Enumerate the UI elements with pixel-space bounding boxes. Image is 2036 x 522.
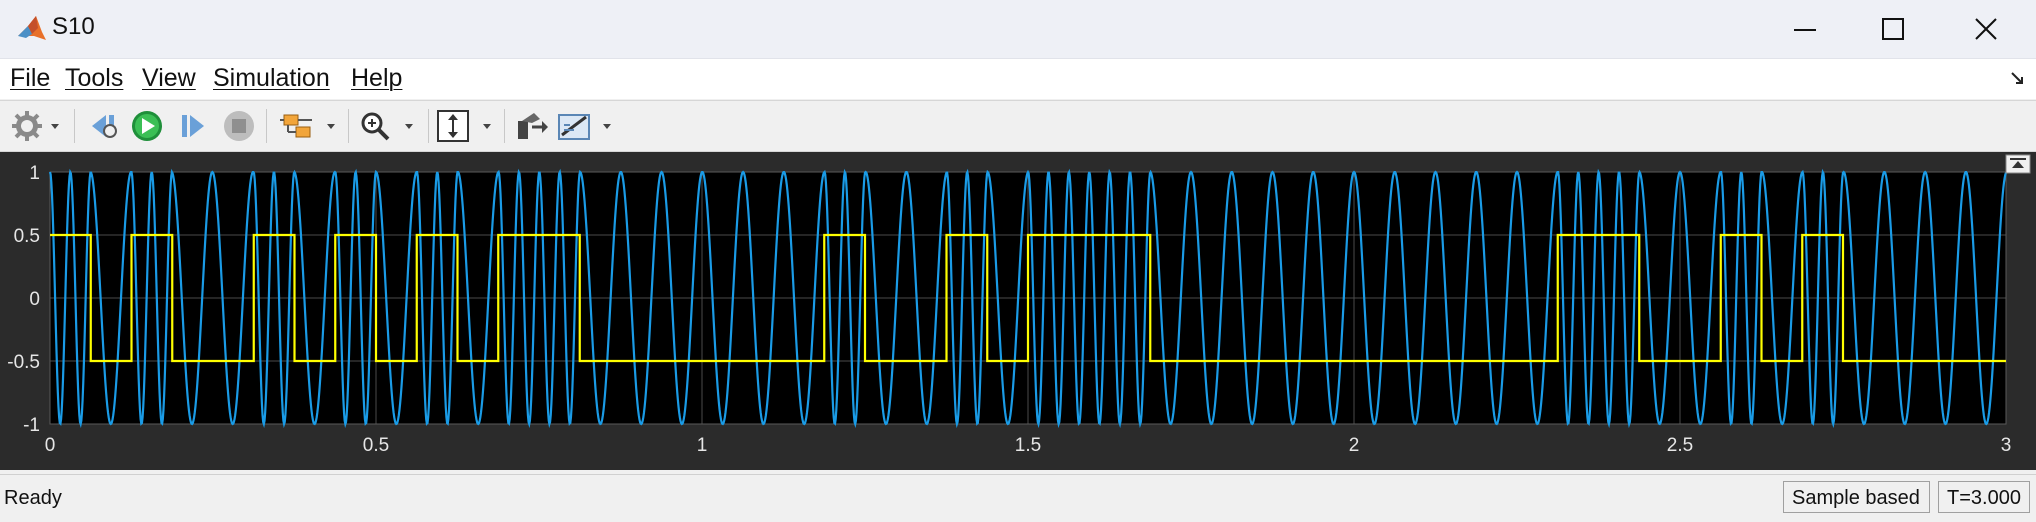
step-forward-icon[interactable]	[174, 109, 212, 143]
x-tick-label: 0	[45, 435, 56, 456]
menu-file[interactable]: File	[10, 64, 50, 93]
menu-bar: File Tools View Simulation Help	[0, 59, 2036, 99]
stop-icon[interactable]	[220, 109, 258, 143]
x-tick-label: 3	[2001, 435, 2012, 456]
x-tick-label: 2.5	[1667, 435, 1693, 456]
menu-view[interactable]: View	[142, 64, 196, 93]
y-tick-label: 1	[29, 163, 40, 184]
x-tick-label: 1	[697, 435, 708, 456]
scope-axes[interactable]: 0 0.5 1 1.5 2 2.5 3 1 0.5 0 -0.5 -1	[0, 152, 2036, 470]
time-indicator: T=3.000	[1938, 481, 2030, 513]
undock-icon[interactable]	[2008, 69, 2028, 89]
properties-icon[interactable]	[556, 109, 618, 143]
x-tick-label: 1.5	[1015, 435, 1041, 456]
x-tick-label: 0.5	[363, 435, 389, 456]
run-icon[interactable]	[128, 109, 166, 143]
toolbar	[0, 100, 2036, 152]
menu-help[interactable]: Help	[351, 64, 402, 93]
toolbar-separator	[266, 109, 267, 143]
expand-legend-icon[interactable]	[2005, 154, 2031, 174]
window-title: S10	[52, 13, 95, 40]
toolbar-separator	[348, 109, 349, 143]
y-tick-label: 0	[29, 289, 40, 310]
maximize-icon[interactable]	[1873, 10, 1913, 48]
zoom-icon[interactable]	[358, 109, 420, 143]
signal-select-icon[interactable]	[278, 109, 340, 143]
y-tick-label: -0.5	[7, 352, 40, 373]
y-tick-label: -1	[23, 415, 40, 436]
step-back-icon[interactable]	[84, 109, 122, 143]
status-text: Ready	[4, 487, 62, 509]
matlab-logo-icon	[18, 16, 46, 40]
toolbar-separator	[428, 109, 429, 143]
scope-plot-area[interactable]: 0 0.5 1 1.5 2 2.5 3 1 0.5 0 -0.5 -1	[0, 152, 2036, 470]
toolbar-separator	[74, 109, 75, 143]
menu-tools[interactable]: Tools	[65, 64, 123, 93]
close-icon[interactable]	[1966, 10, 2006, 48]
y-tick-label: 0.5	[14, 226, 40, 247]
settings-icon[interactable]	[10, 109, 64, 143]
autoscale-icon[interactable]	[436, 109, 498, 143]
menu-simulation[interactable]: Simulation	[213, 64, 330, 93]
title-bar: S10	[0, 0, 2036, 59]
status-bar: Ready Sample based T=3.000	[0, 474, 2036, 522]
sample-mode-indicator: Sample based	[1783, 481, 1930, 513]
highlight-block-icon[interactable]	[512, 109, 550, 143]
x-tick-label: 2	[1349, 435, 1360, 456]
toolbar-separator	[504, 109, 505, 143]
minimize-icon[interactable]	[1785, 10, 1825, 48]
